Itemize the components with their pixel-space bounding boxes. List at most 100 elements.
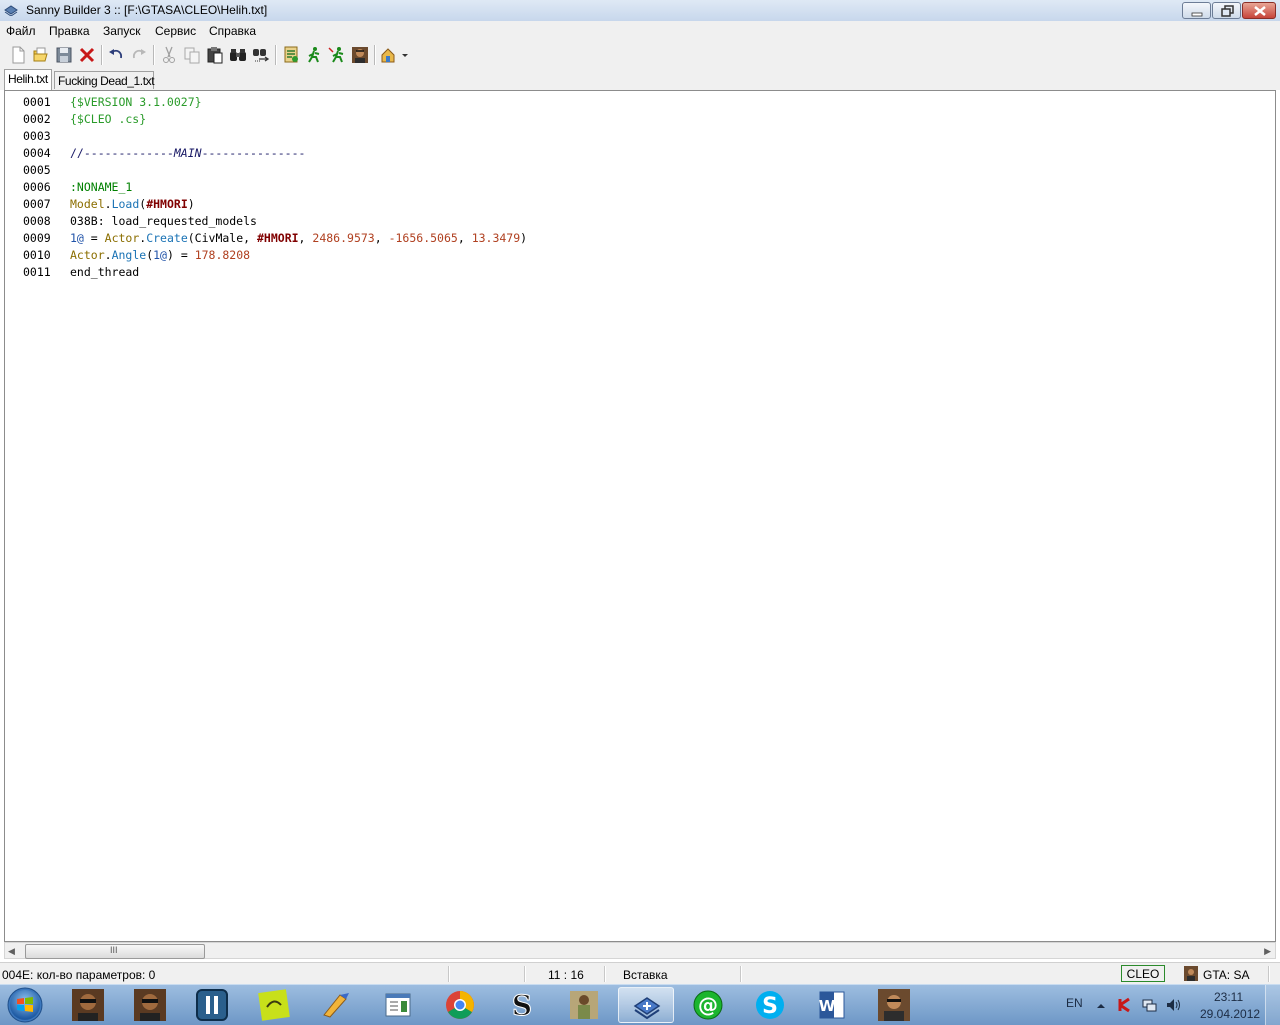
code-token: , xyxy=(457,231,472,245)
close-icon xyxy=(1254,6,1266,16)
code-token: 178.8208 xyxy=(194,248,251,262)
show-desktop-button[interactable] xyxy=(1265,985,1280,1025)
code-token: #HMORI xyxy=(257,231,299,245)
code-token: , xyxy=(298,231,313,245)
line-number: 0001 xyxy=(23,95,51,109)
code-text[interactable]: Model.Load(#HMORI) xyxy=(70,197,195,211)
taskbar-app-s-logo[interactable]: S xyxy=(494,987,550,1023)
tab-fucking-dead[interactable]: Fucking Dead_1.txt xyxy=(54,71,155,89)
menu-file[interactable]: Файл xyxy=(6,24,36,38)
code-token: end_thread xyxy=(70,265,140,279)
close-x-icon xyxy=(79,47,95,63)
redo-button[interactable] xyxy=(129,45,149,65)
taskbar-app-paint[interactable] xyxy=(308,987,364,1023)
keyboard-language[interactable]: EN xyxy=(1066,996,1083,1010)
status-separator xyxy=(604,966,606,982)
taskbar-app-gta-player[interactable] xyxy=(866,987,922,1023)
status-separator xyxy=(448,966,450,982)
clock-date[interactable]: 29.04.2012 xyxy=(1200,1007,1260,1021)
tools-dropdown-button[interactable] xyxy=(379,45,409,65)
menu-help[interactable]: Справка xyxy=(209,24,256,38)
taskbar-app-gta-1[interactable] xyxy=(60,987,116,1023)
close-file-button[interactable] xyxy=(77,45,97,65)
code-token: . xyxy=(104,197,112,211)
word-icon: W xyxy=(819,991,845,1019)
sanny-builder-app-icon xyxy=(4,5,18,16)
code-editor[interactable]: 0001 {$VERSION 3.1.0027} 0002 {$CLEO .cs} 00… xyxy=(4,90,1276,942)
copy-button[interactable] xyxy=(182,45,202,65)
paste-button[interactable] xyxy=(205,45,225,65)
status-separator xyxy=(740,966,742,982)
code-text[interactable]: :NONAME_1 xyxy=(70,180,132,194)
code-token: {$VERSION 3.1.0027} xyxy=(70,95,202,109)
svg-text:W: W xyxy=(819,997,836,1015)
open-file-button[interactable] xyxy=(31,45,51,65)
restore-button[interactable] xyxy=(1212,2,1241,19)
svg-text:S: S xyxy=(512,989,532,1021)
taskbar-app-word[interactable]: W xyxy=(804,987,860,1023)
taskbar-app-sanny-builder[interactable] xyxy=(618,987,674,1023)
menu-edit[interactable]: Правка xyxy=(49,24,90,38)
menu-service[interactable]: Сервис xyxy=(155,24,196,38)
code-token: Load xyxy=(111,197,140,211)
code-text[interactable]: {$CLEO .cs} xyxy=(70,112,146,126)
scroll-thumb[interactable]: III xyxy=(25,944,205,959)
menu-run[interactable]: Запуск xyxy=(103,24,141,38)
taskbar-app-chrome[interactable] xyxy=(432,987,488,1023)
taskbar-app-editor[interactable] xyxy=(370,987,426,1023)
taskbar-app-sticker[interactable] xyxy=(246,987,302,1023)
horizontal-scrollbar[interactable]: ◀ III ▶ xyxy=(4,942,1276,959)
taskbar-app-skype[interactable]: S xyxy=(742,987,798,1023)
find-binoculars-icon xyxy=(230,49,246,61)
clock-time[interactable]: 23:11 xyxy=(1214,990,1243,1004)
gta-screen-icon xyxy=(570,991,598,1019)
close-button[interactable] xyxy=(1242,2,1276,19)
code-text[interactable]: end_thread xyxy=(70,265,139,279)
tab-helih[interactable]: Helih.txt xyxy=(4,69,52,90)
scroll-right-arrow-icon[interactable]: ▶ xyxy=(1264,946,1271,957)
taskbar-app-pause[interactable] xyxy=(184,987,240,1023)
line-number: 0003 xyxy=(23,129,51,143)
code-token: = xyxy=(83,231,105,245)
gta-char-icon xyxy=(134,989,166,1021)
find-button[interactable] xyxy=(228,45,248,65)
network-icon[interactable] xyxy=(1141,997,1157,1013)
run-debug-button[interactable] xyxy=(327,45,347,65)
cut-button[interactable] xyxy=(159,45,179,65)
kaspersky-icon[interactable] xyxy=(1117,997,1133,1013)
status-message: 004E: кол-во параметров: 0 xyxy=(2,968,156,982)
save-button[interactable] xyxy=(54,45,74,65)
code-token: #HMORI xyxy=(146,197,188,211)
minimize-button[interactable] xyxy=(1182,2,1211,19)
line-number: 0006 xyxy=(23,180,51,194)
replace-button[interactable] xyxy=(251,45,271,65)
restore-icon xyxy=(1221,5,1234,17)
code-text[interactable]: Actor.Angle(1@) = 178.8208 xyxy=(70,248,250,262)
code-text[interactable]: 1@ = Actor.Create(CivMale, #HMORI, 2486.… xyxy=(70,231,527,245)
taskbar-app-mail-agent[interactable]: @ xyxy=(680,987,736,1023)
code-text[interactable]: 038B: load_requested_models xyxy=(70,214,257,228)
open-folder-icon xyxy=(33,47,48,62)
replace-icon xyxy=(253,49,270,62)
tray-expand-icon[interactable] xyxy=(1095,997,1107,1013)
compile-button[interactable] xyxy=(281,45,301,65)
line-number: 0002 xyxy=(23,112,51,126)
code-token: Actor xyxy=(104,231,140,245)
code-token: . xyxy=(104,248,112,262)
scroll-left-arrow-icon[interactable]: ◀ xyxy=(8,946,15,957)
code-text[interactable]: {$VERSION 3.1.0027} xyxy=(70,95,202,109)
undo-button[interactable] xyxy=(106,45,126,65)
gta-launch-button[interactable] xyxy=(350,45,370,65)
toolbar-separator xyxy=(275,45,277,65)
run-button[interactable] xyxy=(304,45,324,65)
taskbar-app-gta-screen[interactable] xyxy=(556,987,612,1023)
game-mode[interactable]: GTA: SA xyxy=(1203,968,1249,982)
tools-dropdown-icon xyxy=(381,48,408,63)
volume-icon[interactable] xyxy=(1165,997,1181,1013)
cursor-position: 11 : 16 xyxy=(548,968,584,982)
new-file-button[interactable] xyxy=(8,45,28,65)
taskbar-app-gta-2[interactable] xyxy=(122,987,178,1023)
windows-start-icon[interactable] xyxy=(3,986,47,1024)
cleo-mode-badge[interactable]: CLEO xyxy=(1121,965,1165,982)
code-text[interactable]: //-------------MAIN--------------- xyxy=(70,146,305,160)
